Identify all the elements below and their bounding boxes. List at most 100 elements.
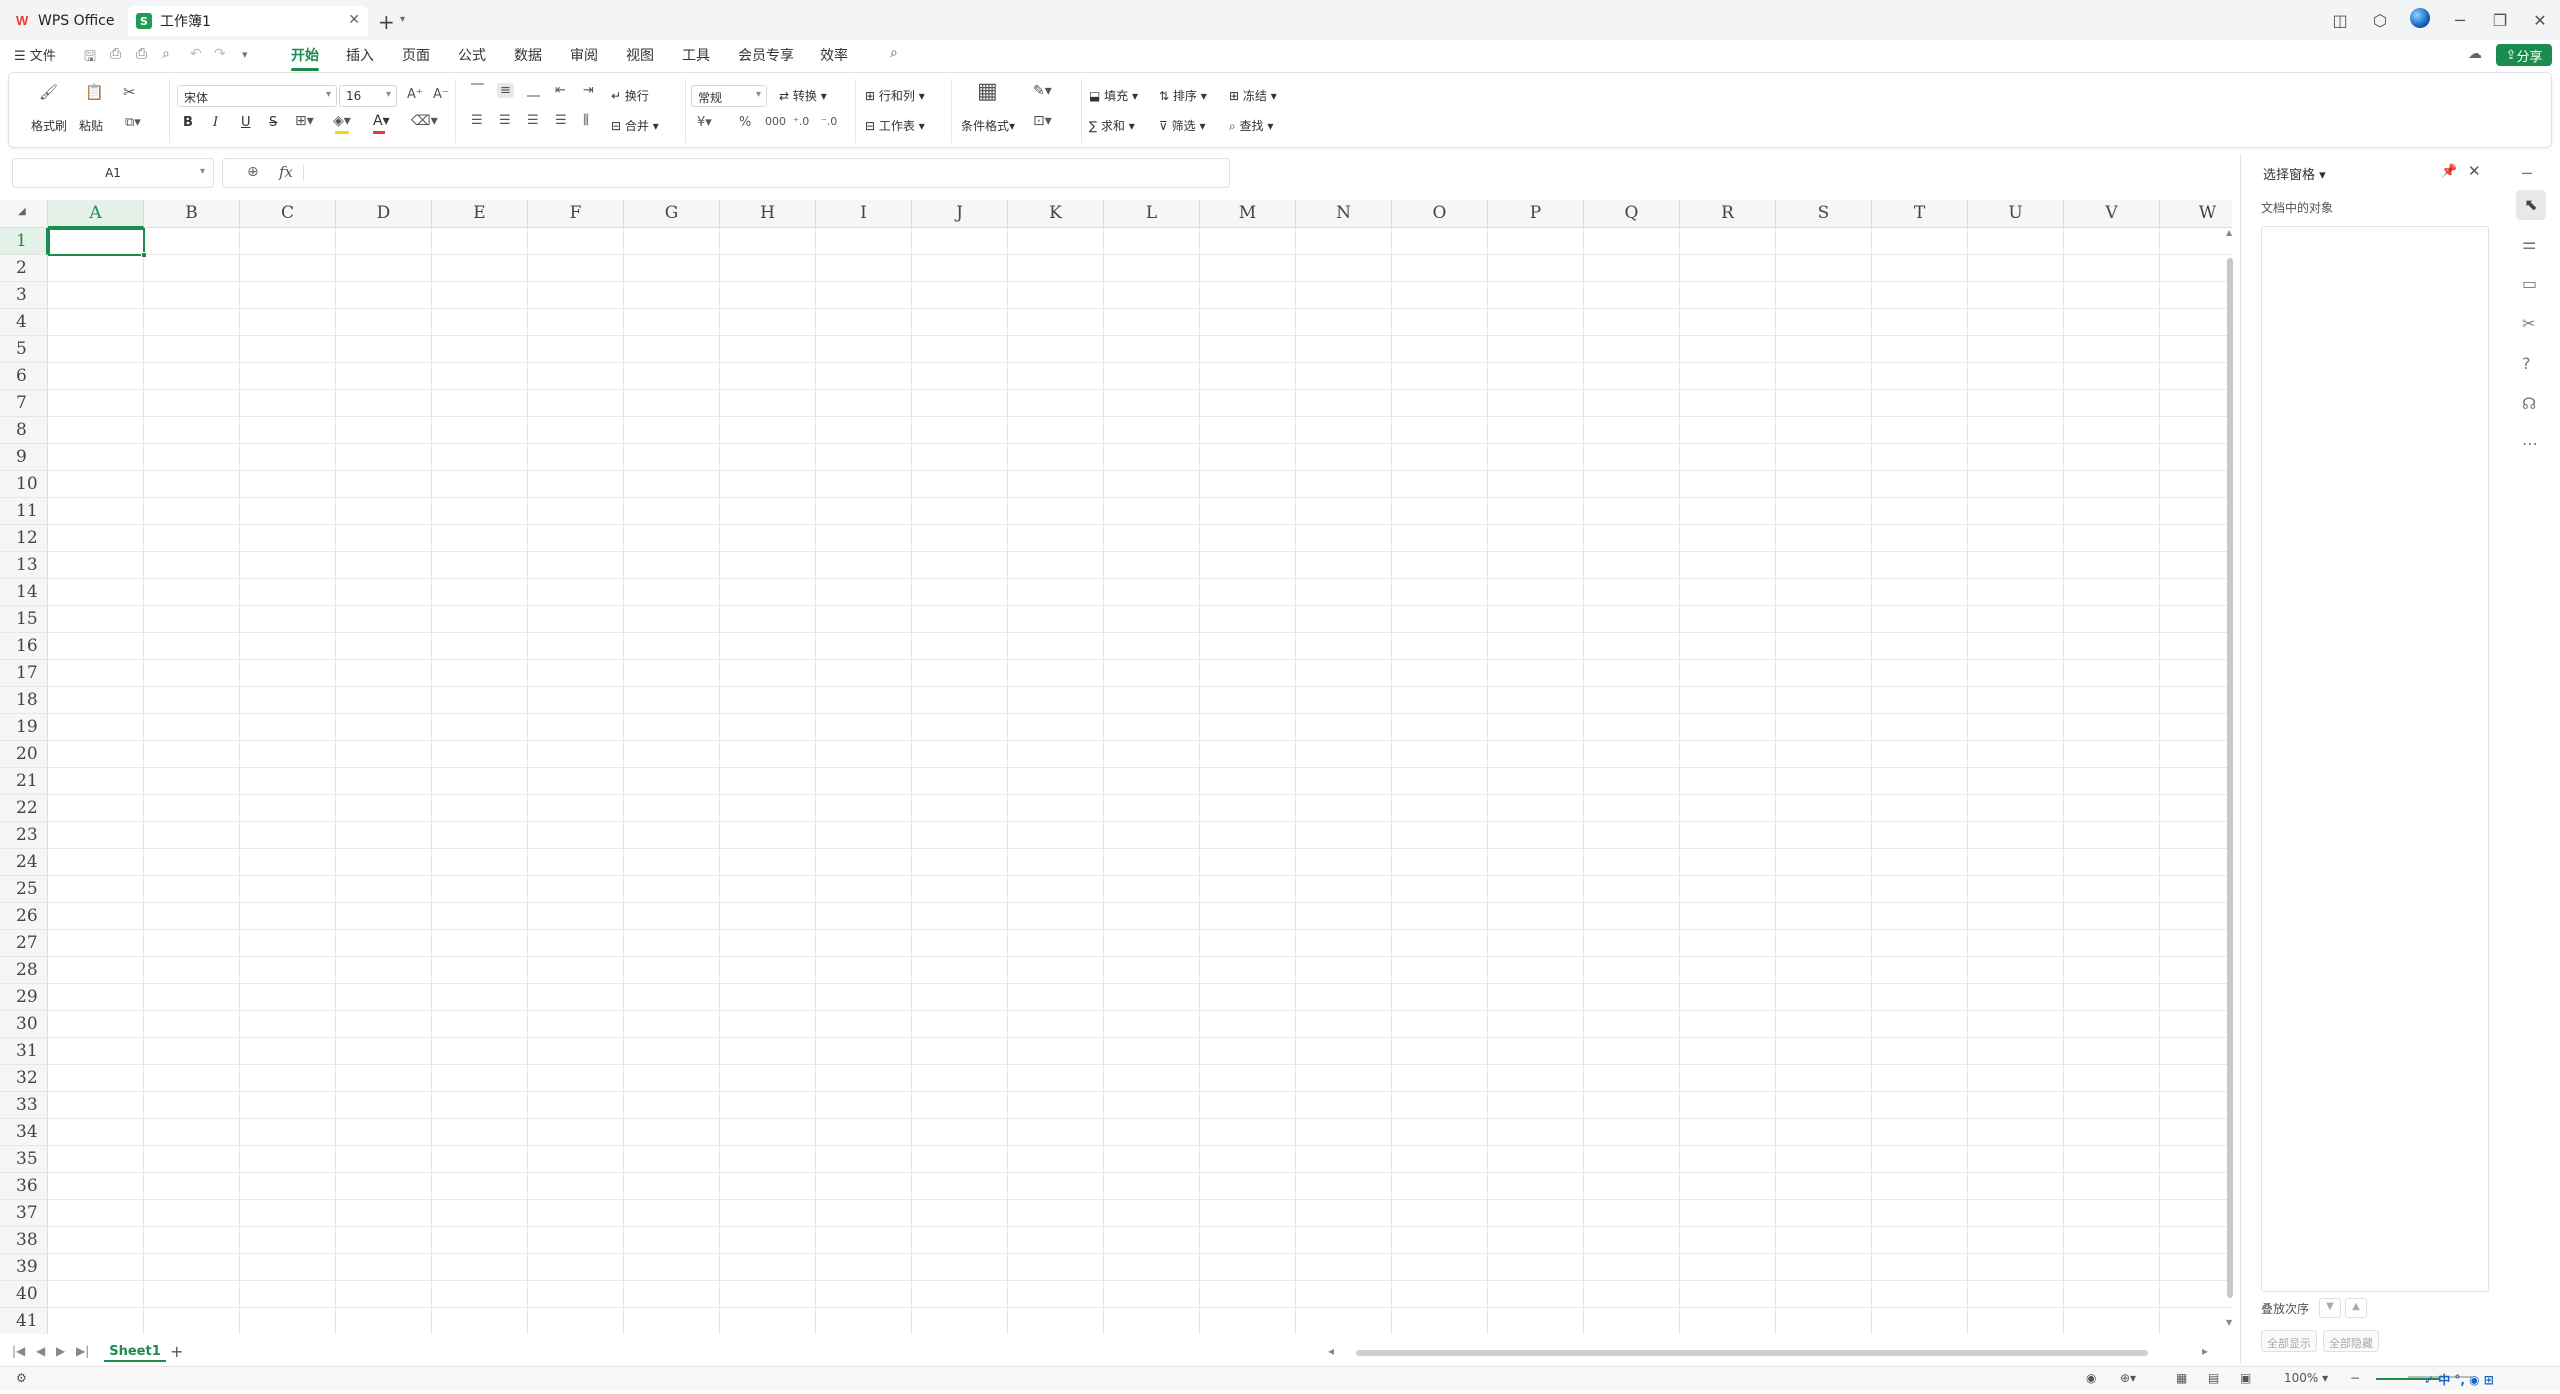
cell-area[interactable] xyxy=(48,228,2232,1334)
row-header[interactable]: 34 xyxy=(0,1119,48,1146)
worksheet-button[interactable]: ⊟ 工作表 ▾ xyxy=(865,117,925,134)
decrease-font-icon[interactable]: A⁻ xyxy=(433,87,449,102)
row-header[interactable]: 9 xyxy=(0,444,48,471)
collapse-icon[interactable]: ─ xyxy=(2522,164,2532,183)
row-header[interactable]: 21 xyxy=(0,768,48,795)
italic-button[interactable]: I xyxy=(213,115,218,130)
row-header[interactable]: 29 xyxy=(0,984,48,1011)
column-header[interactable]: O xyxy=(1392,200,1488,228)
decrease-decimal-icon[interactable]: ⁻.0 xyxy=(821,115,837,128)
page-break-icon[interactable]: ▣ xyxy=(2240,1371,2251,1385)
decrease-indent-icon[interactable]: ⇤ xyxy=(555,83,566,98)
move-down-button[interactable]: ▼ xyxy=(2319,1298,2341,1318)
help-icon[interactable]: ? xyxy=(2522,354,2531,373)
row-header[interactable]: 8 xyxy=(0,417,48,444)
row-header[interactable]: 20 xyxy=(0,741,48,768)
row-header[interactable]: 24 xyxy=(0,849,48,876)
merge-button[interactable]: ⊟ 合并 ▾ xyxy=(611,117,659,134)
row-header[interactable]: 11 xyxy=(0,498,48,525)
align-center-icon[interactable]: ☰ xyxy=(499,113,511,128)
column-header[interactable]: U xyxy=(1968,200,2064,228)
show-all-button[interactable]: 全部显示 xyxy=(2261,1330,2317,1352)
paste-icon[interactable]: 📋 xyxy=(85,83,104,101)
tab-data[interactable]: 数据 xyxy=(514,45,542,65)
normal-view-icon[interactable]: ▦ xyxy=(2176,1371,2187,1385)
fill-color-icon[interactable]: ◈▾ xyxy=(333,113,351,129)
pane-title[interactable]: 选择窗格 ▾ xyxy=(2263,164,2326,183)
view-mode-icon[interactable]: ⊕▾ xyxy=(2120,1371,2136,1385)
tab-insert[interactable]: 插入 xyxy=(346,45,374,65)
row-header[interactable]: 13 xyxy=(0,552,48,579)
row-header[interactable]: 25 xyxy=(0,876,48,903)
column-header[interactable]: L xyxy=(1104,200,1200,228)
row-header[interactable]: 4 xyxy=(0,309,48,336)
pin-icon[interactable]: 📌 xyxy=(2441,164,2457,179)
hide-all-button[interactable]: 全部隐藏 xyxy=(2323,1330,2379,1352)
minimize-icon[interactable]: ─ xyxy=(2440,11,2480,30)
layout-icon[interactable]: ◫ xyxy=(2320,11,2360,30)
ime-icon[interactable]: ✓ 中 °, ◉ ⊞ xyxy=(2424,1371,2494,1388)
chevron-down-icon[interactable]: ▾ xyxy=(400,14,405,25)
row-col-button[interactable]: ⊞ 行和列 ▾ xyxy=(865,87,925,104)
row-header[interactable]: 18 xyxy=(0,687,48,714)
column-header[interactable]: I xyxy=(816,200,912,228)
wrap-text-button[interactable]: ↵ 换行 xyxy=(611,87,649,104)
function-icon[interactable]: fx xyxy=(279,163,293,181)
conditional-format-icon[interactable]: ▦ xyxy=(977,79,998,104)
column-header[interactable]: S xyxy=(1776,200,1872,228)
clear-format-icon[interactable]: ⌫▾ xyxy=(411,113,438,129)
justify-icon[interactable]: ☰ xyxy=(555,113,567,128)
font-color-icon[interactable]: A▾ xyxy=(373,113,390,129)
row-header[interactable]: 7 xyxy=(0,390,48,417)
scroll-thumb[interactable] xyxy=(2227,258,2233,1298)
row-header[interactable]: 1 xyxy=(0,228,48,255)
redo-icon[interactable]: ↷ xyxy=(214,46,226,62)
print-icon[interactable]: ⎙ xyxy=(136,46,147,62)
zoom-search-icon[interactable]: ⊕ xyxy=(247,164,259,180)
column-header[interactable]: C xyxy=(240,200,336,228)
column-header[interactable]: P xyxy=(1488,200,1584,228)
undo-icon[interactable]: ↶ xyxy=(190,46,202,62)
number-format-select[interactable]: 常规 ▾ xyxy=(691,85,767,107)
column-header[interactable]: G xyxy=(624,200,720,228)
tab-wps-office[interactable]: W WPS Office xyxy=(8,6,120,36)
row-header[interactable]: 16 xyxy=(0,633,48,660)
align-middle-icon[interactable]: ≡ xyxy=(497,83,514,98)
row-header[interactable]: 40 xyxy=(0,1281,48,1308)
row-header[interactable]: 32 xyxy=(0,1065,48,1092)
row-header[interactable]: 5 xyxy=(0,336,48,363)
row-header[interactable]: 35 xyxy=(0,1146,48,1173)
increase-indent-icon[interactable]: ⇥ xyxy=(583,83,594,98)
row-header[interactable]: 27 xyxy=(0,930,48,957)
column-header[interactable]: E xyxy=(432,200,528,228)
row-header[interactable]: 33 xyxy=(0,1092,48,1119)
column-header[interactable]: D xyxy=(336,200,432,228)
zoom-out-icon[interactable]: − xyxy=(2350,1371,2360,1385)
row-header[interactable]: 23 xyxy=(0,822,48,849)
more-icon[interactable]: ⋯ xyxy=(2522,434,2538,453)
close-pane-icon[interactable]: ✕ xyxy=(2468,162,2481,180)
sheet-tab[interactable]: Sheet1 xyxy=(104,1342,166,1362)
thousands-icon[interactable]: 000 xyxy=(765,115,786,128)
add-sheet-icon[interactable]: + xyxy=(170,1342,183,1361)
select-all-corner[interactable]: ◢ xyxy=(0,200,48,228)
tab-efficiency[interactable]: 效率 xyxy=(820,45,848,65)
close-window-icon[interactable]: ✕ xyxy=(2520,11,2560,30)
border-icon[interactable]: ⊞▾ xyxy=(295,113,314,129)
align-right-icon[interactable]: ☰ xyxy=(527,113,539,128)
eye-protection-icon[interactable]: ◉ xyxy=(2086,1371,2096,1385)
formula-input[interactable]: ⊕ fx xyxy=(222,158,1230,188)
horizontal-scrollbar[interactable] xyxy=(1356,1350,2148,1356)
active-cell[interactable] xyxy=(48,228,147,258)
name-box[interactable]: A1 ▾ xyxy=(12,158,214,188)
last-sheet-icon[interactable]: ▶| xyxy=(76,1344,89,1358)
column-header[interactable]: M xyxy=(1200,200,1296,228)
increase-font-icon[interactable]: A⁺ xyxy=(407,87,423,102)
avatar[interactable] xyxy=(2400,8,2440,32)
spreadsheet-grid[interactable]: ◢ ABCDEFGHIJKLMNOPQRSTUVW 1 2 3 4 5 6 7 8 9 10 11 1… xyxy=(0,200,2232,1334)
save-icon[interactable]: 🖫 xyxy=(84,46,96,70)
filter-button[interactable]: ⊽ 筛选 ▾ xyxy=(1159,117,1205,134)
column-header[interactable]: R xyxy=(1680,200,1776,228)
cube-icon[interactable]: ⬡ xyxy=(2360,11,2400,30)
row-header[interactable]: 12 xyxy=(0,525,48,552)
